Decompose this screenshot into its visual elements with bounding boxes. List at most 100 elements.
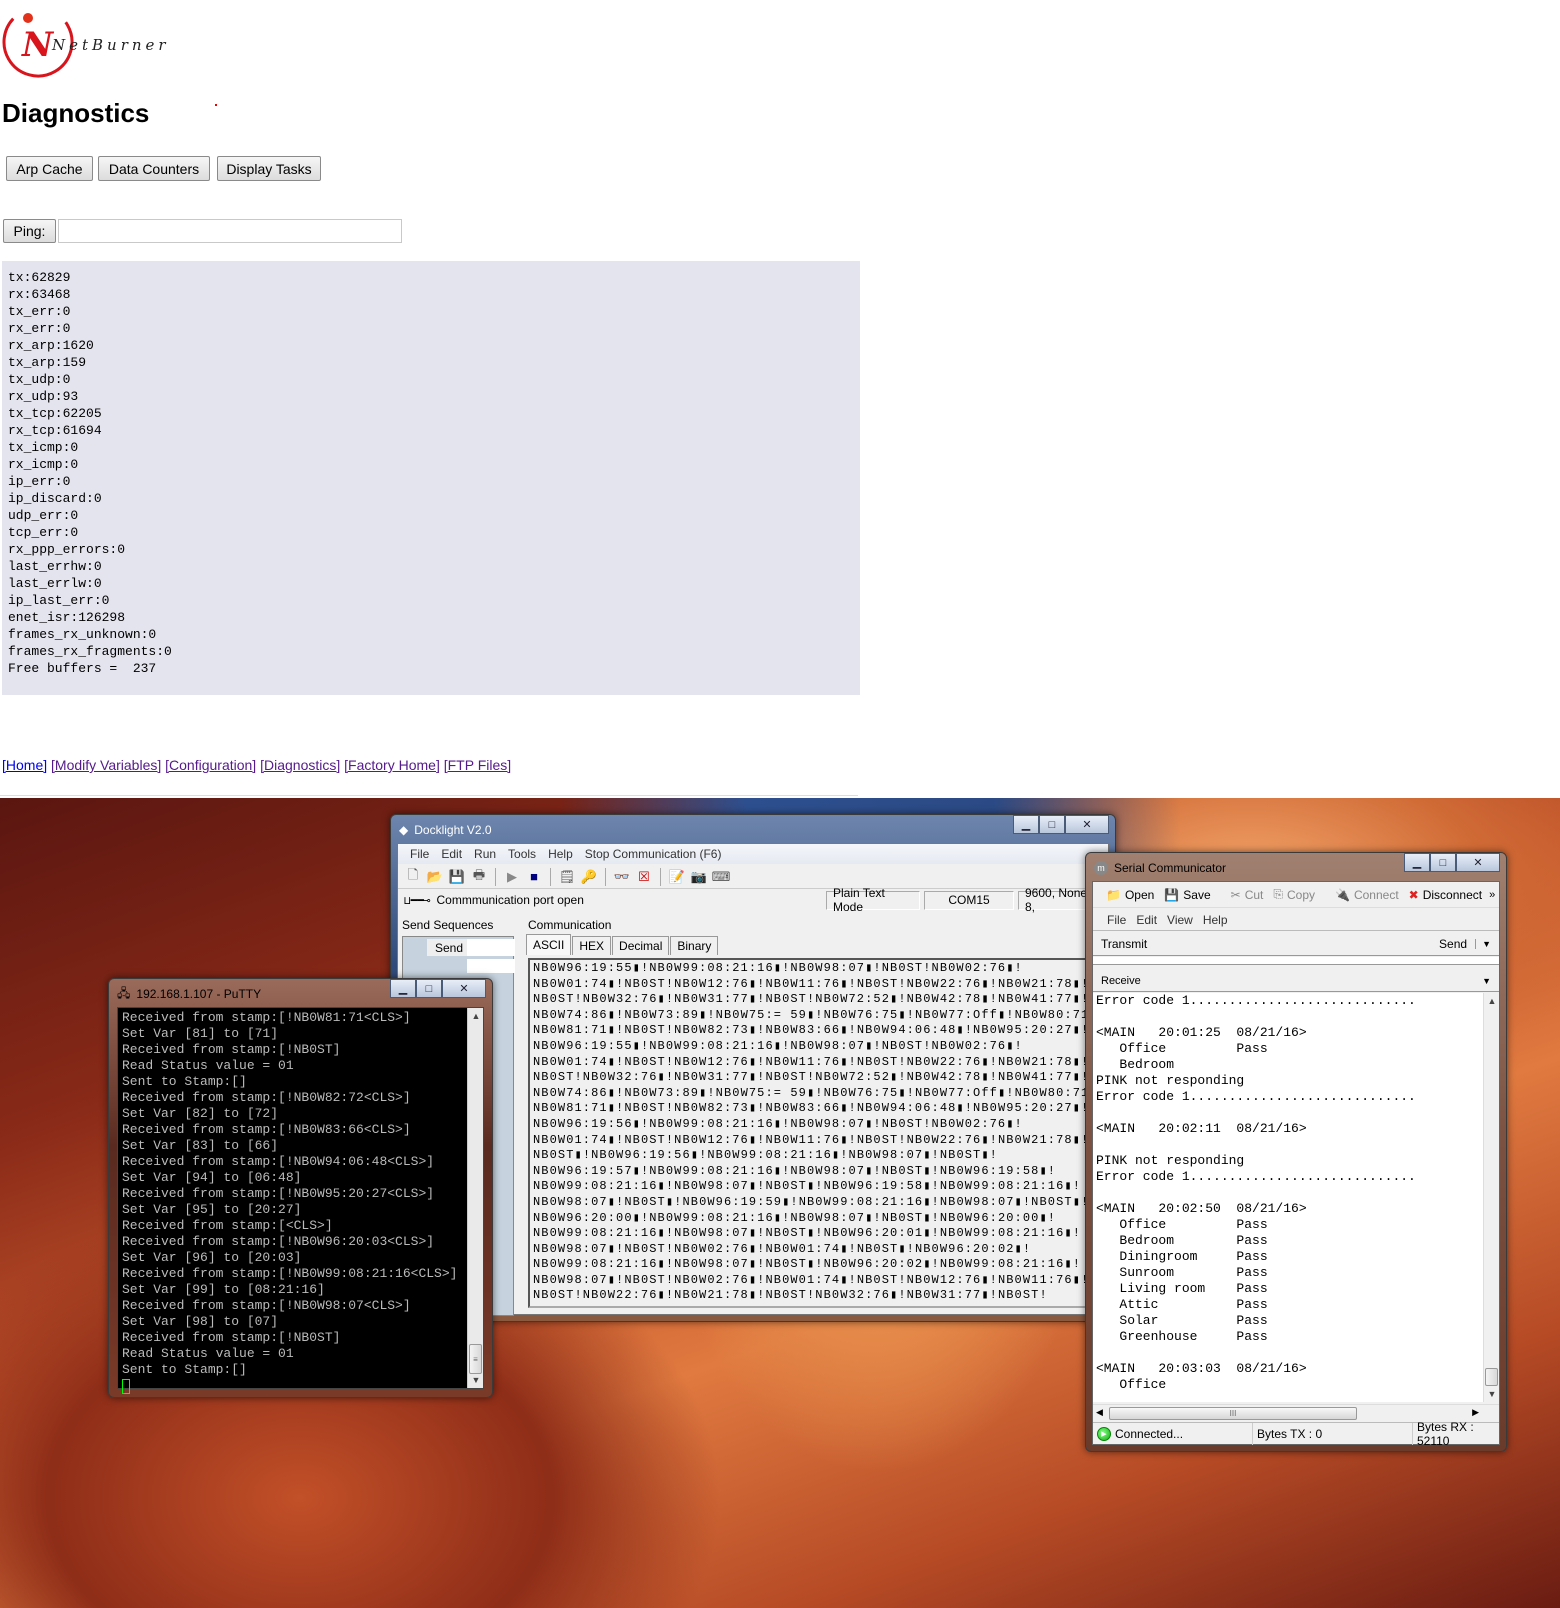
- menu-item-run[interactable]: Run: [468, 847, 502, 861]
- maximize-icon[interactable]: □: [416, 979, 442, 998]
- footer-link-diagnostics[interactable]: [Diagnostics]: [260, 757, 340, 773]
- scroll-up-icon[interactable]: ▲: [468, 1008, 484, 1024]
- terminal-line: Set Var [95] to [20:27]: [122, 1202, 302, 1217]
- settings-icon[interactable]: 🗒: [558, 868, 576, 886]
- menu-item-help[interactable]: Help: [542, 847, 579, 861]
- send-sequence-cell[interactable]: [467, 939, 515, 956]
- print-icon[interactable]: 🖶: [470, 867, 488, 886]
- close-icon[interactable]: ✕: [442, 979, 486, 998]
- terminal-line: Received from stamp:[<CLS>]: [122, 1218, 333, 1233]
- minimize-icon[interactable]: ▁: [1404, 853, 1430, 872]
- copy-button[interactable]: ⎘ Copy: [1270, 887, 1318, 902]
- footer-link-ftp-files[interactable]: [FTP Files]: [444, 757, 511, 773]
- menu-item-file[interactable]: File: [1107, 913, 1126, 927]
- scroll-down-icon[interactable]: ▼: [468, 1372, 484, 1388]
- scroll-down-icon[interactable]: ▼: [1484, 1386, 1499, 1402]
- docklight-title: Docklight V2.0: [414, 823, 492, 837]
- notes-icon[interactable]: 📝: [668, 868, 686, 886]
- display-tasks-button[interactable]: Display Tasks: [217, 156, 321, 181]
- keyboard-icon[interactable]: ⌨: [712, 868, 731, 886]
- tab-hex[interactable]: HEX: [572, 936, 612, 955]
- key-icon[interactable]: 🔑: [580, 868, 598, 886]
- menu-item-help[interactable]: Help: [1203, 913, 1228, 927]
- docklight-menubar: File Edit Run Tools Help Stop Communication (…: [398, 844, 1108, 864]
- counter-line: tx_tcp:62205: [8, 406, 102, 421]
- open-folder-icon[interactable]: 📂: [426, 868, 444, 886]
- data-counters-button[interactable]: Data Counters: [98, 156, 210, 181]
- cut-button[interactable]: ✂ Cut: [1228, 888, 1267, 902]
- receive-output[interactable]: Error code 1............................…: [1093, 993, 1499, 1402]
- scroll-left-icon[interactable]: ◀: [1096, 1407, 1103, 1418]
- arp-cache-button[interactable]: Arp Cache: [6, 156, 93, 181]
- maximize-icon[interactable]: □: [1430, 853, 1456, 872]
- transmit-input[interactable]: [1093, 957, 1499, 965]
- send-sequence-cell[interactable]: [467, 959, 515, 973]
- footer-link-configuration[interactable]: [Configuration]: [165, 757, 256, 773]
- footer-link-home[interactable]: [Home]: [2, 757, 47, 773]
- counter-line: last_errhw:0: [8, 559, 102, 574]
- tab-decimal[interactable]: Decimal: [612, 936, 670, 955]
- terminal-line: Received from stamp:[!NB0W96:20:03<CLS>]: [122, 1234, 435, 1249]
- serial-client: 📁 Open 💾 Save ✂ Cut ⎘ Copy 🔌 Connect ✖ Disconn…: [1092, 881, 1501, 1448]
- counter-line: ip_last_err:0: [8, 593, 110, 608]
- counter-line: tx_arp:159: [8, 355, 87, 370]
- counter-line: ip_err:0: [8, 474, 71, 489]
- menu-item-tools[interactable]: Tools: [502, 847, 542, 861]
- connect-button[interactable]: 🔌 Connect: [1332, 888, 1402, 902]
- footer-link-modify-variables[interactable]: [Modify Variables]: [51, 757, 161, 773]
- camera-icon[interactable]: 📷: [690, 868, 708, 886]
- stop-icon[interactable]: ■: [525, 868, 543, 886]
- receive-line: [1096, 1137, 1481, 1153]
- terminal-line: Received from stamp:[!NB0W94:06:48<CLS>]: [122, 1154, 435, 1169]
- open-button[interactable]: 📁 Open: [1103, 888, 1157, 902]
- clear-icon[interactable]: ☒: [635, 868, 653, 886]
- receive-header: Receive ▼: [1093, 970, 1499, 992]
- counter-line: ip_discard:0: [8, 491, 102, 506]
- close-icon[interactable]: ✕: [1065, 815, 1109, 834]
- docklight-app-icon: ◆: [399, 823, 409, 837]
- putty-terminal[interactable]: Received from stamp:[!NB0W81:71<CLS>] Set…: [117, 1007, 484, 1394]
- menu-item-edit[interactable]: Edit: [435, 847, 468, 861]
- minimize-icon[interactable]: ▁: [1013, 815, 1039, 834]
- toolbar-overflow-icon[interactable]: »: [1489, 889, 1501, 901]
- footer-link-factory-home[interactable]: [Factory Home]: [344, 757, 440, 773]
- communication-output[interactable]: NB0W96:19:55▮!NB0W99:08:21:16▮!NB0W98:07…: [528, 958, 1104, 1308]
- binoculars-icon[interactable]: 👓: [613, 868, 631, 886]
- scroll-thumb[interactable]: [1485, 1368, 1498, 1386]
- tab-binary[interactable]: Binary: [670, 936, 719, 955]
- receive-line: Sunroom Pass: [1096, 1265, 1268, 1280]
- send-dropdown-icon[interactable]: ▼: [1475, 938, 1491, 949]
- receive-dropdown-icon[interactable]: ▼: [1482, 976, 1491, 986]
- send-sequence-button[interactable]: Send: [427, 939, 471, 956]
- scroll-thumb[interactable]: ≡: [469, 1344, 482, 1374]
- docklight-window: ◆ Docklight V2.0 ▁ □ ✕ File Edit Run Tools H…: [390, 814, 1116, 1322]
- ping-address-input[interactable]: [58, 219, 402, 243]
- putty-scrollbar[interactable]: ▲ ≡ ▼: [467, 1008, 483, 1388]
- scroll-thumb[interactable]: III: [1109, 1407, 1357, 1420]
- maximize-icon[interactable]: □: [1039, 815, 1065, 834]
- comm-line: NB0W96:19:57▮!NB0W99:08:21:16▮!NB0W98:07…: [533, 1163, 1057, 1178]
- tab-ascii[interactable]: ASCII: [526, 934, 572, 955]
- new-file-icon[interactable]: 🗋: [404, 867, 422, 886]
- minimize-icon[interactable]: ▁: [390, 979, 416, 998]
- putty-window: 🖧 192.168.1.107 - PuTTY ▁ □ ✕ Received f…: [108, 978, 493, 1398]
- toolbar-separator: [660, 867, 661, 886]
- menu-item-stop[interactable]: Stop Communication (F6): [579, 847, 728, 861]
- send-button[interactable]: Send: [1439, 937, 1467, 951]
- counter-line: tx:62829: [8, 270, 71, 285]
- ping-button[interactable]: Ping:: [3, 219, 56, 243]
- scroll-up-icon[interactable]: ▲: [1484, 993, 1499, 1009]
- disconnect-button[interactable]: ✖ Disconnect: [1406, 888, 1485, 902]
- close-icon[interactable]: ✕: [1456, 853, 1500, 872]
- counter-line: rx_arp:1620: [8, 338, 94, 353]
- save-button[interactable]: 💾 Save: [1161, 888, 1213, 902]
- menu-item-edit[interactable]: Edit: [1136, 913, 1157, 927]
- connected-icon: ▶: [1097, 1426, 1111, 1441]
- receive-vscrollbar[interactable]: ▲ ▼: [1483, 993, 1499, 1402]
- play-icon[interactable]: ▶: [503, 868, 521, 886]
- counter-line: rx_err:0: [8, 321, 71, 336]
- save-icon[interactable]: 💾: [448, 868, 466, 886]
- scroll-right-icon[interactable]: ▶: [1472, 1407, 1479, 1418]
- menu-item-file[interactable]: File: [404, 847, 435, 861]
- menu-item-view[interactable]: View: [1167, 913, 1193, 927]
